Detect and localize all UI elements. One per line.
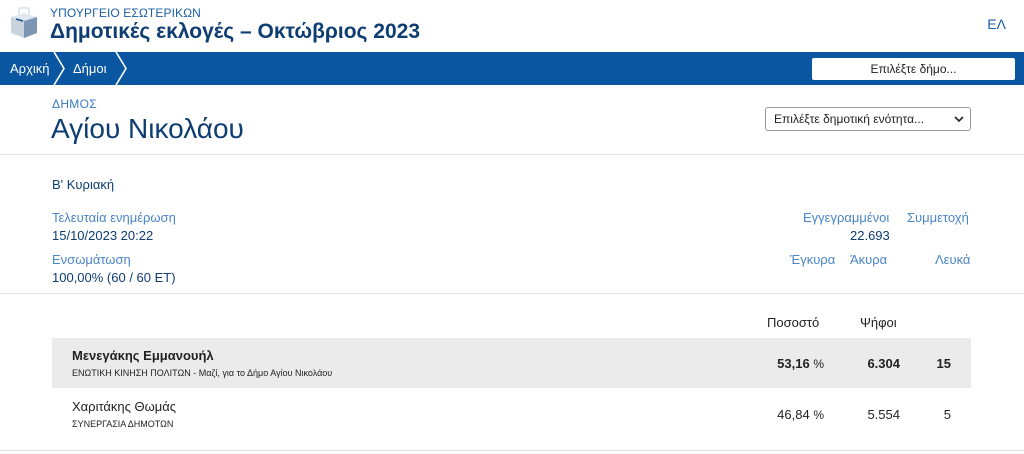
integration-label: Ενσωμάτωση	[52, 252, 131, 267]
section-divider	[0, 154, 1024, 155]
valid-label: Έγκυρα	[790, 252, 836, 267]
last-update-label: Τελευταία ενημέρωση	[52, 210, 176, 225]
language-switch[interactable]: ΕΛ	[987, 16, 1006, 32]
candidate-seats: 5	[943, 407, 951, 422]
integration-value: 100,00% (60 / 60 ΕΤ)	[52, 270, 176, 285]
ministry-name: ΥΠΟΥΡΓΕΙΟ ΕΣΩΤΕΡΙΚΩΝ	[50, 6, 201, 20]
municipality-select[interactable]: Επιλέξτε δήμο...	[812, 58, 1015, 80]
result-row: Χαριτάκης Θωμάς ΣΥΝΕΡΓΑΣΙΑ ΔΗΜΟΤΩΝ 46,84…	[52, 389, 971, 439]
candidate-votes: 5.554	[867, 407, 900, 422]
app-title: Δημοτικές εκλογές – Οκτώβριος 2023	[50, 20, 421, 43]
last-update-value: 15/10/2023 20:22	[52, 228, 154, 243]
candidate-percentage: 46,84 %	[777, 407, 824, 422]
candidate-name: Χαριτάκης Θωμάς	[72, 399, 177, 414]
percentage-value: 53,16	[777, 356, 810, 371]
municipality-label: ΔΗΜΟΣ	[52, 97, 97, 111]
result-row: Μενεγάκης Εμμανουήλ ΕΝΩΤΙΚΗ ΚΙΝΗΣΗ ΠΟΛΙΤ…	[52, 338, 971, 388]
candidate-votes: 6.304	[867, 356, 900, 371]
percent-sign: %	[813, 408, 824, 422]
candidate-percentage: 53,16 %	[777, 356, 824, 371]
chevron-down-icon	[954, 116, 964, 123]
section-divider	[0, 450, 1024, 451]
breadcrumb-home[interactable]: Αρχική	[10, 52, 50, 85]
invalid-label: Άκυρα	[850, 252, 888, 267]
candidate-party: ΕΝΩΤΙΚΗ ΚΙΝΗΣΗ ΠΟΛΙΤΩΝ - Μαζί, για το Δή…	[72, 368, 333, 378]
breadcrumb-municipalities[interactable]: Δήμοι	[73, 52, 107, 85]
municipal-unit-select[interactable]: Επιλέξτε δημοτική ενότητα...	[765, 107, 971, 131]
candidate-seats: 15	[936, 356, 951, 371]
municipal-unit-select-label: Επιλέξτε δημοτική ενότητα...	[774, 112, 925, 126]
section-divider	[0, 293, 1024, 294]
registered-value: 22.693	[850, 228, 890, 243]
ballot-box-icon	[11, 7, 37, 38]
registered-label: Εγγεγραμμένοι	[803, 210, 890, 225]
column-header-percentage: Ποσοστό	[767, 315, 820, 330]
column-header-votes: Ψήφοι	[860, 315, 897, 330]
chevron-right-icon	[115, 52, 127, 85]
election-round: Β' Κυριακή	[52, 177, 115, 192]
turnout-label: Συμμετοχή	[907, 210, 969, 225]
chevron-right-icon	[53, 52, 65, 85]
blank-label: Λευκά	[935, 252, 971, 267]
candidate-party: ΣΥΝΕΡΓΑΣΙΑ ΔΗΜΟΤΩΝ	[72, 419, 174, 429]
percentage-value: 46,84	[777, 407, 810, 422]
candidate-name: Μενεγάκης Εμμανουήλ	[72, 348, 214, 363]
app-header: ΥΠΟΥΡΓΕΙΟ ΕΣΩΤΕΡΙΚΩΝ Δημοτικές εκλογές –…	[0, 0, 1024, 52]
percent-sign: %	[813, 357, 824, 371]
municipality-name: Αγίου Νικολάου	[51, 113, 244, 144]
